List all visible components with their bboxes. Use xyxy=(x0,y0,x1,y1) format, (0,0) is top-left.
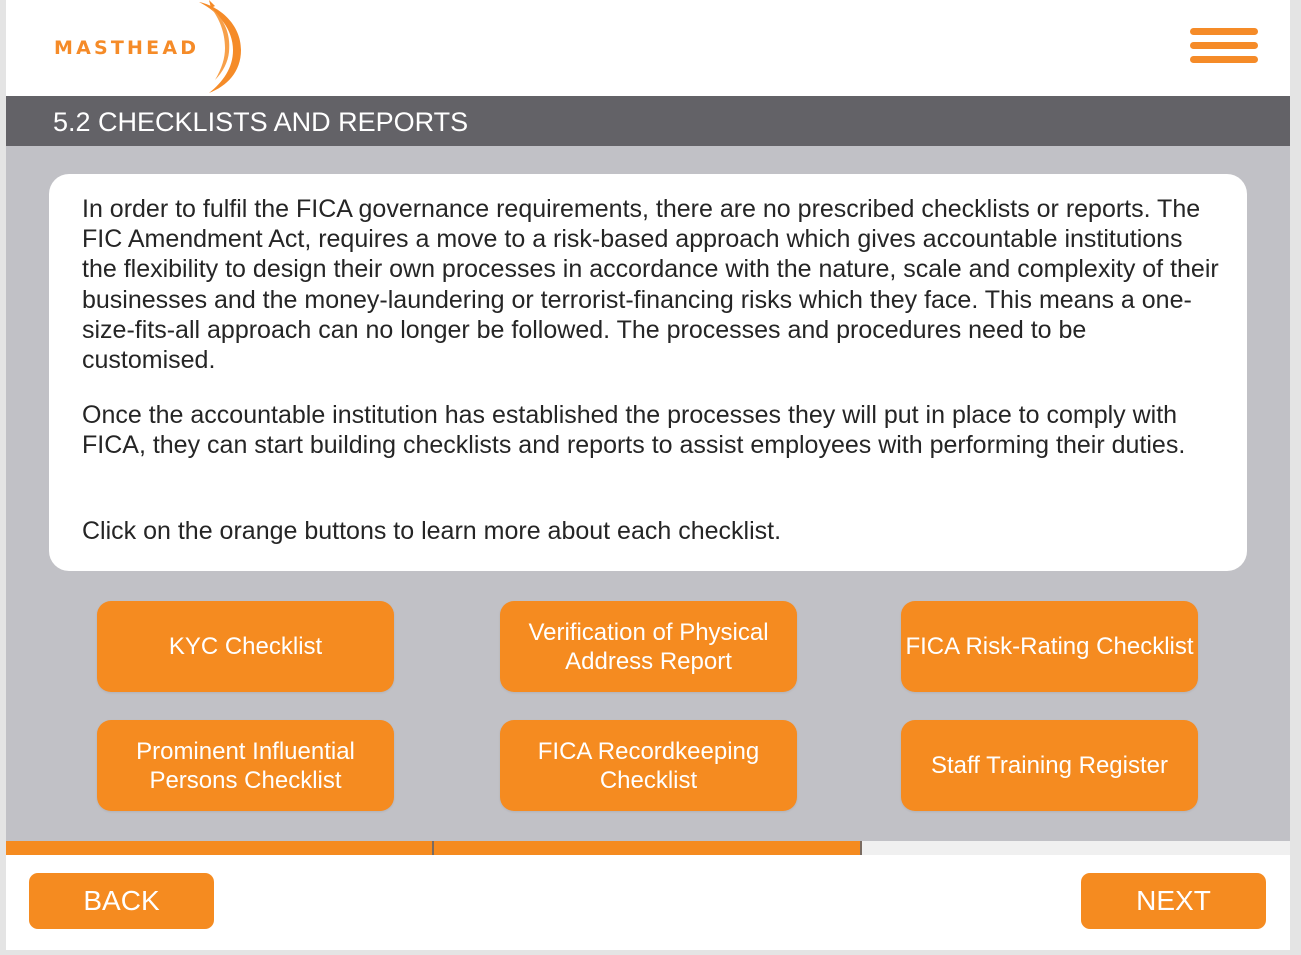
progress-bar xyxy=(6,841,1290,855)
menu-bar-line xyxy=(1190,42,1258,49)
header: MASTHEAD xyxy=(6,0,1290,96)
progress-segment-divider xyxy=(860,841,862,855)
content-panel: In order to fulfil the FICA governance r… xyxy=(49,174,1247,571)
instruction-paragraph: Click on the orange buttons to learn mor… xyxy=(82,517,782,545)
kyc-checklist-button[interactable]: KYC Checklist xyxy=(97,601,394,692)
back-button[interactable]: BACK xyxy=(29,873,214,929)
staff-training-register-button[interactable]: Staff Training Register xyxy=(901,720,1198,811)
menu-bar-line xyxy=(1190,28,1258,35)
process-paragraph: Once the accountable institution has est… xyxy=(82,401,1186,460)
course-frame: MASTHEAD 5.2 CHECKLISTS AND REPORTS In o… xyxy=(6,0,1290,950)
masthead-logo: MASTHEAD xyxy=(54,0,254,96)
title-bar: 5.2 CHECKLISTS AND REPORTS xyxy=(6,96,1290,146)
recordkeeping-checklist-button[interactable]: FICA Recordkeeping Checklist xyxy=(500,720,797,811)
page-title: 5.2 CHECKLISTS AND REPORTS xyxy=(53,107,469,137)
risk-rating-checklist-button[interactable]: FICA Risk-Rating Checklist xyxy=(901,601,1198,692)
progress-fill xyxy=(6,841,862,855)
intro-paragraph: In order to fulfil the FICA governance r… xyxy=(82,195,1219,375)
progress-segment-divider xyxy=(432,841,434,855)
physical-address-report-button[interactable]: Verification of Physical Address Report xyxy=(500,601,797,692)
hamburger-menu-button[interactable] xyxy=(1188,24,1260,68)
pip-checklist-button[interactable]: Prominent Influential Persons Checklist xyxy=(97,720,394,811)
logo-text: MASTHEAD xyxy=(54,37,200,59)
menu-bar-line xyxy=(1190,56,1258,63)
logo-swoosh-icon xyxy=(199,0,241,93)
footer: BACK NEXT xyxy=(6,855,1290,950)
next-button[interactable]: NEXT xyxy=(1081,873,1266,929)
